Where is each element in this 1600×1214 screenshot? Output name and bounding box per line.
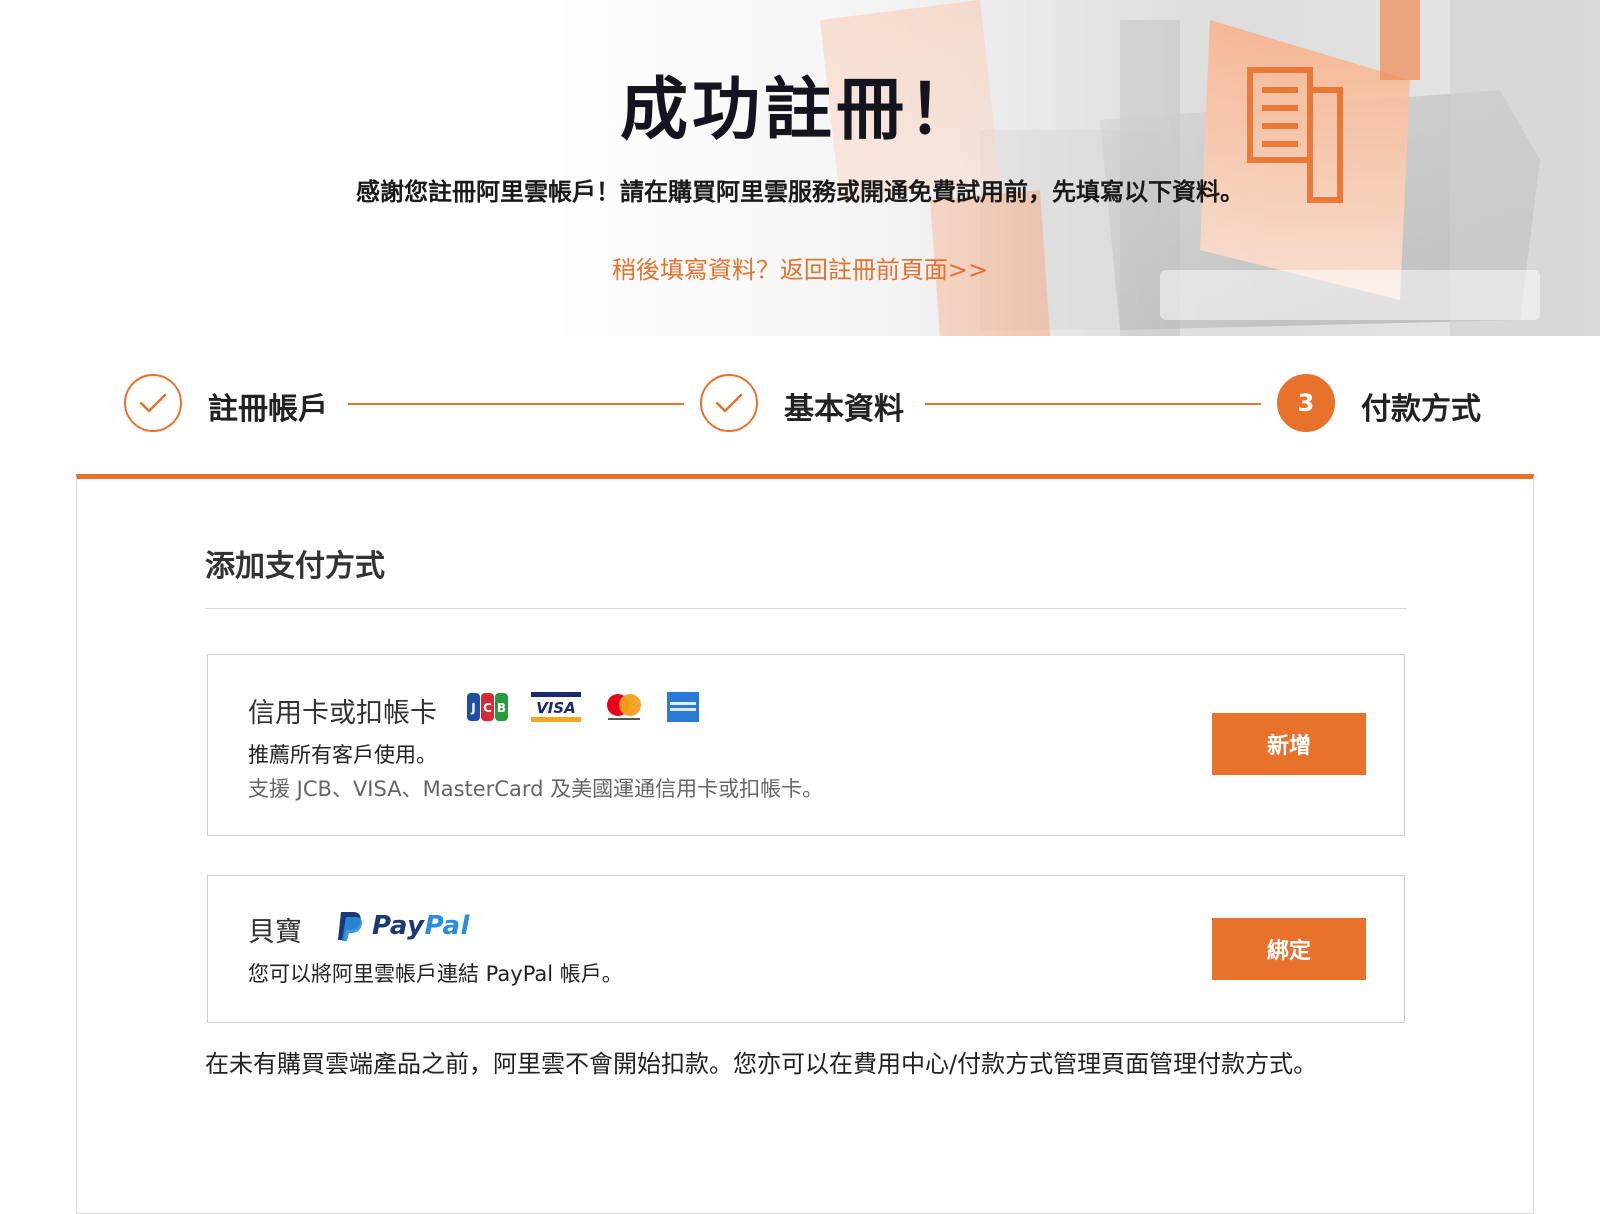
step-1-label: 註冊帳戶 bbox=[208, 392, 328, 427]
paypal-p-icon bbox=[338, 912, 362, 941]
step-2-label: 基本資料 bbox=[784, 392, 904, 427]
bind-paypal-button[interactable]: 綁定 bbox=[1212, 918, 1366, 980]
step-connector bbox=[348, 403, 684, 405]
hero-subtitle: 感謝您註冊阿里雲帳戶！請在購買阿里雲服務或開通免費試用前，先填寫以下資料。 bbox=[356, 178, 1244, 206]
add-card-button[interactable]: 新增 bbox=[1212, 713, 1366, 775]
step-3-label: 付款方式 bbox=[1361, 392, 1481, 427]
hero-fade-overlay bbox=[0, 0, 1600, 336]
paypal-option-title: 貝寶 bbox=[248, 917, 302, 948]
visa-logo: VISA bbox=[531, 692, 581, 722]
step-3-number: 3 bbox=[1277, 374, 1335, 432]
billing-footnote: 在未有購買雲端產品之前，阿里雲不會開始扣款。您亦可以在費用中心/付款方式管理頁面… bbox=[205, 1050, 1318, 1078]
hero-banner: 成功註冊！ 感謝您註冊阿里雲帳戶！請在購買阿里雲服務或開通免費試用前，先填寫以下… bbox=[0, 0, 1600, 336]
credit-card-option-title: 信用卡或扣帳卡 bbox=[248, 698, 437, 729]
svg-text:B: B bbox=[497, 701, 506, 715]
credit-card-support-text: 支援 JCB、VISA、MasterCard 及美國運通信用卡或扣帳卡。 bbox=[248, 777, 824, 801]
page-title: 成功註冊！ bbox=[619, 71, 980, 150]
paypal-desc: 您可以將阿里雲帳戶連結 PayPal 帳戶。 bbox=[248, 962, 623, 986]
jcb-logo: J C B bbox=[467, 693, 508, 721]
step-connector bbox=[925, 403, 1261, 405]
card-brand-logos: J C B VISA bbox=[466, 691, 700, 723]
paypal-wordmark: PayPal bbox=[372, 911, 470, 941]
fill-later-link[interactable]: 稍後填寫資料？返回註冊前頁面>> bbox=[0, 250, 1600, 285]
mastercard-logo bbox=[607, 694, 641, 720]
svg-text:C: C bbox=[483, 701, 492, 715]
registration-stepper: 註冊帳戶 基本資料 3 付款方式 bbox=[0, 374, 1600, 436]
svg-text:J: J bbox=[470, 701, 475, 715]
payment-method-card: 添加支付方式 信用卡或扣帳卡 J C B VISA 推薦所有客戶使用。 支援 J… bbox=[76, 474, 1534, 1214]
paypal-option: 貝寶 PayPal 您可以將阿里雲帳戶連結 PayPal 帳戶。 綁定 bbox=[207, 875, 1405, 1023]
section-title: 添加支付方式 bbox=[205, 549, 385, 584]
step-2-check-icon bbox=[700, 374, 758, 432]
step-1-check-icon bbox=[124, 374, 182, 432]
credit-card-recommend-text: 推薦所有客戶使用。 bbox=[248, 743, 437, 767]
svg-text:VISA: VISA bbox=[536, 699, 576, 717]
divider bbox=[205, 608, 1407, 609]
amex-logo bbox=[667, 692, 699, 722]
credit-card-option: 信用卡或扣帳卡 J C B VISA 推薦所有客戶使用。 支援 JCB、VISA… bbox=[207, 654, 1405, 836]
check-icon bbox=[139, 393, 167, 413]
check-icon bbox=[715, 393, 743, 413]
paypal-logo: PayPal bbox=[336, 910, 470, 942]
